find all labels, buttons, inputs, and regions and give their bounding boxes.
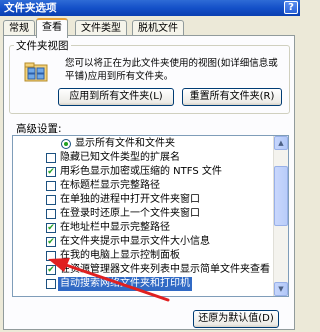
checkbox[interactable] bbox=[46, 251, 56, 261]
folder-views-group: 文件夹视图 您可以将正在为此文件夹使用的视图(如详细信息或平铺)应用到所有文件夹… bbox=[9, 38, 290, 114]
advanced-settings-list[interactable]: 显示所有文件和文件夹 隐藏已知文件类型的扩展名 ✔ 用彩色显示加密或压缩的 NT… bbox=[12, 135, 289, 297]
folder-options-icon bbox=[24, 62, 48, 82]
checkbox[interactable]: ✔ bbox=[46, 223, 56, 233]
window-titlebar: 文件夹选项 ? bbox=[0, 0, 300, 16]
vertical-scrollbar[interactable]: ▲ ▼ bbox=[273, 136, 288, 296]
folder-views-description: 您可以将正在为此文件夹使用的视图(如详细信息或平铺)应用到所有文件夹。 bbox=[65, 58, 278, 82]
view-tab-panel: 文件夹视图 您可以将正在为此文件夹使用的视图(如详细信息或平铺)应用到所有文件夹… bbox=[3, 35, 295, 330]
advanced-settings-label: 高级设置: bbox=[16, 123, 62, 135]
tab-offline-files[interactable]: 脱机文件 bbox=[132, 20, 184, 36]
checkbox[interactable] bbox=[46, 195, 56, 205]
scroll-down-icon[interactable]: ▼ bbox=[274, 282, 288, 296]
apply-to-all-folders-button[interactable]: 应用到所有文件夹(L) bbox=[58, 88, 174, 106]
checkbox[interactable]: ✔ bbox=[46, 237, 56, 247]
folder-views-legend: 文件夹视图 bbox=[14, 38, 71, 53]
scroll-up-icon[interactable]: ▲ bbox=[274, 136, 288, 150]
tab-file-types[interactable]: 文件类型 bbox=[75, 20, 127, 36]
scrollbar-thumb[interactable] bbox=[274, 166, 288, 226]
restore-defaults-button[interactable]: 还原为默认值(D) bbox=[193, 310, 279, 328]
checkbox[interactable] bbox=[46, 153, 56, 163]
checkbox[interactable]: ✔ bbox=[46, 265, 56, 275]
checkbox[interactable] bbox=[46, 209, 56, 219]
checkbox[interactable] bbox=[46, 279, 56, 289]
checkbox[interactable] bbox=[46, 181, 56, 191]
reset-all-folders-button[interactable]: 重置所有文件夹(R) bbox=[182, 88, 282, 106]
tab-view[interactable]: 查看 bbox=[36, 18, 68, 38]
help-button[interactable]: ? bbox=[284, 1, 298, 14]
checkbox[interactable]: ✔ bbox=[46, 167, 56, 177]
radio-button[interactable] bbox=[61, 139, 71, 149]
window-title: 文件夹选项 bbox=[4, 2, 57, 14]
tab-general[interactable]: 常规 bbox=[3, 20, 35, 36]
